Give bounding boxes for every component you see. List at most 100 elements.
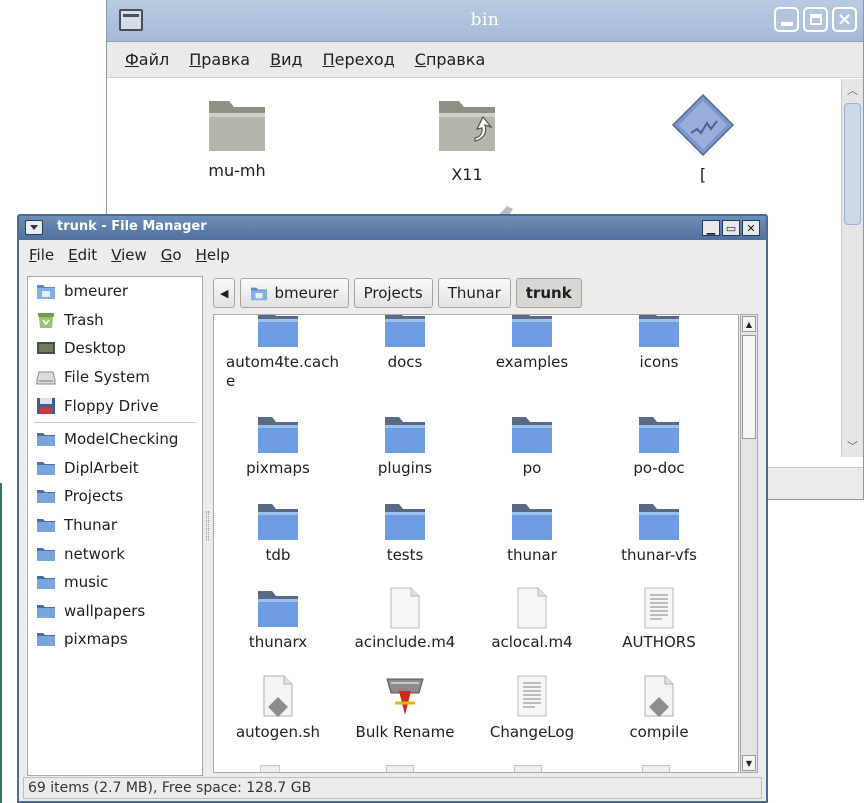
path-button-projects[interactable]: Projects <box>353 278 433 308</box>
scroll-down-icon[interactable]: ﹀ <box>842 435 863 457</box>
file-item[interactable]: compile <box>597 675 721 742</box>
file-label: autom4te.cache <box>226 353 339 390</box>
menu-file[interactable]: Файл <box>125 50 169 69</box>
folder-icon <box>639 315 679 347</box>
file-item[interactable]: autom4te.cache <box>216 315 340 391</box>
folder-icon <box>37 633 55 647</box>
path-button-thunar[interactable]: Thunar <box>437 278 511 308</box>
path-button-label: bmeurer <box>274 284 339 302</box>
file-item[interactable]: pixmaps <box>216 413 340 478</box>
window-menu-icon[interactable] <box>25 220 43 235</box>
minimize-button[interactable] <box>774 7 799 32</box>
file-item[interactable]: X11 <box>407 93 527 184</box>
menu-view[interactable]: View <box>111 246 147 264</box>
folder-icon <box>37 433 55 447</box>
menu-go[interactable]: Переход <box>323 50 395 69</box>
folder-icon <box>37 519 55 533</box>
close-button[interactable]: ✕ <box>742 220 760 236</box>
vertical-scrollbar[interactable]: ︿ ﹀ <box>841 79 863 457</box>
file-label: examples <box>495 353 569 371</box>
file-item[interactable]: ChangeLog <box>470 675 594 742</box>
maximize-button[interactable] <box>803 7 828 32</box>
executable-icon <box>671 93 735 157</box>
path-back-button[interactable]: ◀ <box>213 278 236 308</box>
file-label: po-doc <box>633 459 685 477</box>
folder-icon <box>37 576 55 590</box>
file-item[interactable]: examples <box>470 315 594 372</box>
file-item[interactable]: thunarx <box>216 587 340 652</box>
file-item[interactable]: aclocal.m4 <box>470 587 594 652</box>
file-label: acinclude.m4 <box>354 633 456 651</box>
menu-view[interactable]: Вид <box>270 50 302 69</box>
sidebar-item-label: File System <box>64 368 150 387</box>
icon-view: autom4te.cache docs examples icons pixma… <box>213 314 739 773</box>
partial-icon <box>260 765 280 772</box>
file-item[interactable]: thunar <box>470 500 594 565</box>
folder-icon <box>639 417 679 453</box>
chevron-left-icon: ◀ <box>220 286 229 300</box>
file-label: tdb <box>265 546 291 564</box>
file-item[interactable]: icons <box>597 315 721 372</box>
file-item[interactable]: po <box>470 413 594 478</box>
folder-icon <box>385 315 425 347</box>
file-item[interactable]: AUTHORS <box>597 587 721 652</box>
sidebar-bookmark[interactable]: pixmaps <box>28 625 202 654</box>
folder-icon <box>512 504 552 540</box>
sidebar-bookmark[interactable]: music <box>28 568 202 597</box>
file-item[interactable]: Bulk Rename <box>343 673 467 742</box>
sidebar-bookmark[interactable]: wallpapers <box>28 597 202 626</box>
scroll-down-icon[interactable]: ▼ <box>742 755 756 771</box>
file-item[interactable]: mu-mh <box>177 93 297 180</box>
titlebar[interactable]: trunk - File Manager ▁ ▭ ✕ <box>19 216 766 240</box>
sidebar-bookmark[interactable]: network <box>28 539 202 568</box>
titlebar[interactable]: bin × <box>107 0 863 42</box>
file-item[interactable]: po-doc <box>597 413 721 478</box>
vertical-scrollbar[interactable]: ▲ ▼ <box>740 314 758 773</box>
path-button-bmeurer[interactable]: bmeurer <box>240 278 349 308</box>
sidebar-bookmark[interactable]: ModelChecking <box>28 425 202 454</box>
menu-go[interactable]: Go <box>161 246 182 264</box>
partial-icon <box>642 765 670 772</box>
scroll-up-icon[interactable]: ︿ <box>842 79 863 101</box>
bulk-rename-icon <box>386 678 424 715</box>
file-item[interactable]: plugins <box>343 413 467 478</box>
menu-file[interactable]: File <box>29 246 54 264</box>
close-button[interactable]: × <box>832 7 857 32</box>
path-button-label: Projects <box>363 284 423 302</box>
sidebar-item-floppy-drive[interactable]: Floppy Drive <box>28 391 202 420</box>
scroll-thumb[interactable] <box>742 335 756 439</box>
sidebar-item-desktop[interactable]: Desktop <box>28 334 202 363</box>
menu-edit[interactable]: Правка <box>189 50 250 69</box>
sidebar-bookmark[interactable]: Thunar <box>28 511 202 540</box>
folder-icon <box>258 315 298 347</box>
sidebar-item-label: Trash <box>64 310 104 329</box>
sidebar-item-label: music <box>64 573 109 592</box>
folder-icon <box>258 591 298 627</box>
file-item[interactable]: acinclude.m4 <box>343 587 467 652</box>
scroll-up-icon[interactable]: ▲ <box>742 316 756 332</box>
path-button-trunk[interactable]: trunk <box>515 278 582 308</box>
file-item[interactable]: autogen.sh <box>216 675 340 742</box>
file-item[interactable]: docs <box>343 315 467 372</box>
script-icon <box>644 675 674 717</box>
maximize-icon: ▭ <box>725 221 737 235</box>
sidebar-bookmark[interactable]: DiplArbeit <box>28 454 202 483</box>
sidebar-bookmark[interactable]: Projects <box>28 482 202 511</box>
harddisk-icon <box>36 371 56 385</box>
file-item[interactable]: [ <box>643 93 763 184</box>
scroll-thumb[interactable] <box>844 103 861 225</box>
file-item[interactable]: thunar-vfs <box>597 500 721 565</box>
menu-help[interactable]: Help <box>196 246 230 264</box>
minimize-button[interactable]: ▁ <box>702 220 720 236</box>
pane-resize-handle[interactable] <box>203 276 211 776</box>
menu-edit[interactable]: Edit <box>68 246 97 264</box>
file-item[interactable]: tests <box>343 500 467 565</box>
sidebar-item-trash[interactable]: Trash <box>28 306 202 335</box>
sidebar-item-label: Thunar <box>64 516 118 535</box>
menu-help[interactable]: Справка <box>415 50 486 69</box>
maximize-button[interactable]: ▭ <box>722 220 740 236</box>
file-item[interactable]: tdb <box>216 500 340 565</box>
sidebar-item-bmeurer[interactable]: bmeurer <box>28 277 202 306</box>
background-edge <box>0 483 2 803</box>
sidebar-item-file-system[interactable]: File System <box>28 363 202 392</box>
